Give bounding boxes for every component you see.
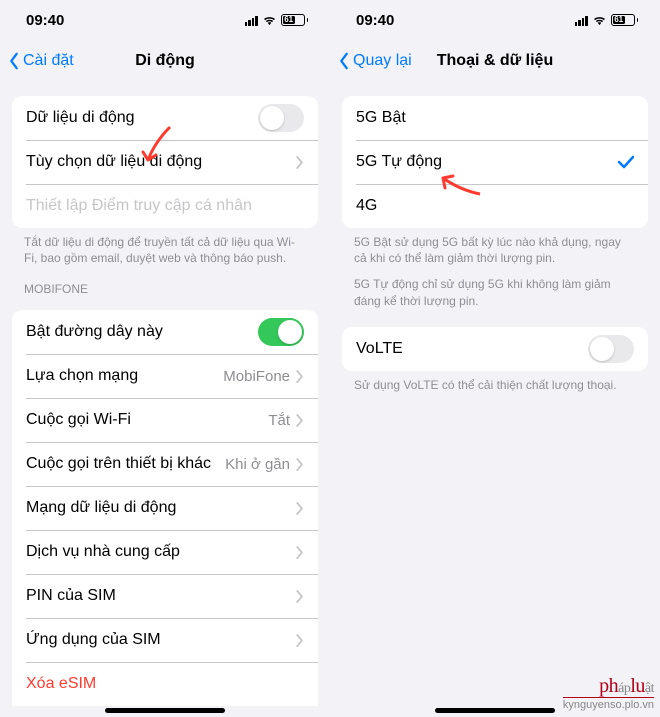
- option-5g-auto-row[interactable]: 5G Tự động: [342, 140, 648, 184]
- volte-label: VoLTE: [356, 340, 588, 358]
- sim-pin-label: PIN của SIM: [26, 587, 296, 605]
- back-label: Quay lại: [353, 52, 412, 70]
- home-indicator: [435, 708, 555, 713]
- network-selection-value: MobiFone: [223, 368, 290, 385]
- back-label: Cài đặt: [23, 52, 74, 70]
- cellular-network-label: Mạng dữ liệu di động: [26, 499, 296, 517]
- option-5g-on-label: 5G Bật: [356, 109, 634, 127]
- left-screenshot: 09:40 61 Cài đặt Di động Dữ liệu di động: [0, 0, 330, 717]
- battery-icon: 61: [281, 14, 309, 26]
- carrier-section-header: MOBIFONE: [0, 266, 330, 300]
- calls-other-devices-row[interactable]: Cuộc gọi trên thiết bị khác Khi ở gần: [12, 442, 318, 486]
- status-icons: 61: [245, 14, 309, 26]
- option-5g-on-row[interactable]: 5G Bật: [342, 96, 648, 140]
- cellular-signal-icon: [575, 15, 588, 26]
- cellular-data-toggle[interactable]: [258, 104, 304, 132]
- network-selection-row[interactable]: Lựa chọn mạng MobiFone: [12, 354, 318, 398]
- data-options-row[interactable]: Tùy chọn dữ liệu di động: [12, 140, 318, 184]
- settings-group-carrier: Bật đường dây này Lựa chọn mạng MobiFone…: [12, 310, 318, 706]
- right-screenshot: 09:40 61 Quay lại Thoại & dữ liệu 5G Bật: [330, 0, 660, 717]
- delete-esim-row[interactable]: Xóa eSIM: [12, 662, 318, 706]
- wifi-calling-label: Cuộc gọi Wi-Fi: [26, 411, 268, 429]
- sim-apps-label: Ứng dụng của SIM: [26, 631, 296, 649]
- turn-on-line-row[interactable]: Bật đường dây này: [12, 310, 318, 354]
- settings-group-data: Dữ liệu di động Tùy chọn dữ liệu di động…: [12, 96, 318, 228]
- calls-other-label: Cuộc gọi trên thiết bị khác: [26, 455, 225, 473]
- footer-volte: Sử dụng VoLTE có thể cải thiện chất lượn…: [330, 371, 660, 393]
- hotspot-label: Thiết lập Điểm truy cập cá nhân: [26, 197, 304, 215]
- wifi-calling-value: Tắt: [268, 412, 290, 429]
- checkmark-icon: [618, 155, 634, 169]
- volte-row[interactable]: VoLTE: [342, 327, 648, 371]
- option-5g-auto-label: 5G Tự động: [356, 153, 618, 171]
- wifi-calling-row[interactable]: Cuộc gọi Wi-Fi Tắt: [12, 398, 318, 442]
- volte-group: VoLTE: [342, 327, 648, 371]
- cellular-signal-icon: [245, 15, 258, 26]
- calls-other-value: Khi ở gần: [225, 456, 290, 473]
- chevron-right-icon: [296, 156, 304, 169]
- footer-5g-on: 5G Bật sử dụng 5G bất kỳ lúc nào khả dụn…: [330, 228, 660, 266]
- nav-bar: Quay lại Thoại & dữ liệu: [330, 40, 660, 82]
- watermark: phápluật kynguyenso.plo.vn: [563, 676, 654, 711]
- voice-data-options-group: 5G Bật 5G Tự động 4G: [342, 96, 648, 228]
- chevron-right-icon: [296, 502, 304, 515]
- carrier-services-row[interactable]: Dịch vụ nhà cung cấp: [12, 530, 318, 574]
- chevron-right-icon: [296, 458, 304, 471]
- watermark-brand: phápluật: [563, 676, 654, 696]
- sim-pin-row[interactable]: PIN của SIM: [12, 574, 318, 618]
- battery-icon: 61: [611, 14, 639, 26]
- hotspot-row: Thiết lập Điểm truy cập cá nhân: [12, 184, 318, 228]
- status-time: 09:40: [26, 12, 64, 29]
- cellular-data-label: Dữ liệu di động: [26, 109, 258, 127]
- back-button[interactable]: Cài đặt: [8, 52, 74, 70]
- chevron-right-icon: [296, 590, 304, 603]
- turn-on-line-label: Bật đường dây này: [26, 323, 258, 341]
- status-icons: 61: [575, 14, 639, 26]
- chevron-right-icon: [296, 546, 304, 559]
- status-time: 09:40: [356, 12, 394, 29]
- wifi-icon: [592, 15, 607, 26]
- chevron-right-icon: [296, 634, 304, 647]
- status-bar: 09:40 61: [330, 0, 660, 40]
- data-options-label: Tùy chọn dữ liệu di động: [26, 153, 296, 171]
- turn-on-line-toggle[interactable]: [258, 318, 304, 346]
- nav-bar: Cài đặt Di động: [0, 40, 330, 82]
- footer-5g-auto: 5G Tự động chỉ sử dụng 5G khi không làm …: [330, 266, 660, 308]
- option-4g-row[interactable]: 4G: [342, 184, 648, 228]
- delete-esim-label: Xóa eSIM: [26, 675, 304, 693]
- cellular-network-row[interactable]: Mạng dữ liệu di động: [12, 486, 318, 530]
- network-selection-label: Lựa chọn mạng: [26, 367, 223, 385]
- watermark-url: kynguyenso.plo.vn: [563, 700, 654, 711]
- volte-toggle[interactable]: [588, 335, 634, 363]
- carrier-services-label: Dịch vụ nhà cung cấp: [26, 543, 296, 561]
- cellular-data-row[interactable]: Dữ liệu di động: [12, 96, 318, 140]
- chevron-right-icon: [296, 370, 304, 383]
- status-bar: 09:40 61: [0, 0, 330, 40]
- home-indicator: [105, 708, 225, 713]
- back-button[interactable]: Quay lại: [338, 52, 412, 70]
- cellular-footer-text: Tắt dữ liệu di động để truyền tất cả dữ …: [0, 228, 330, 266]
- sim-apps-row[interactable]: Ứng dụng của SIM: [12, 618, 318, 662]
- wifi-icon: [262, 15, 277, 26]
- option-4g-label: 4G: [356, 197, 634, 215]
- chevron-right-icon: [296, 414, 304, 427]
